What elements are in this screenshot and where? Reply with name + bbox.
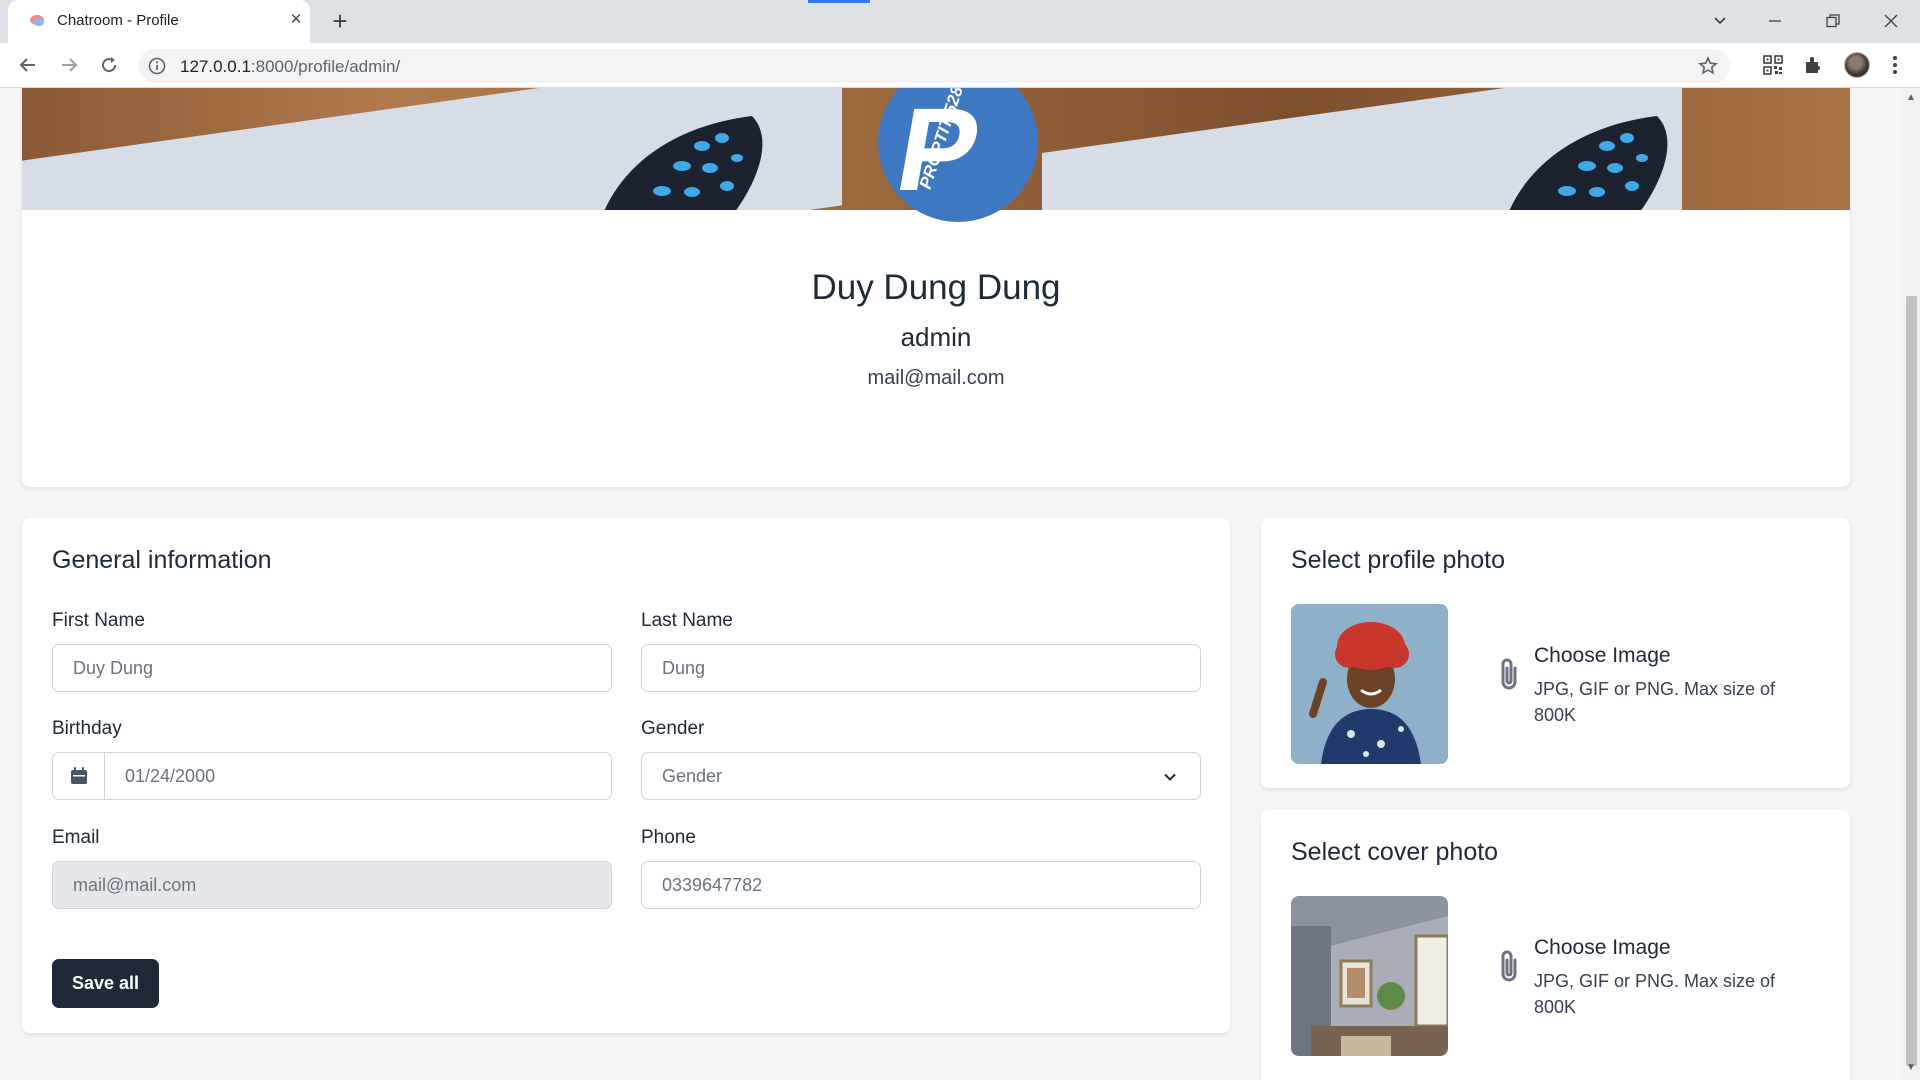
paperclip-icon [1501,658,1517,690]
birthday-label: Birthday [52,718,122,739]
profile-email: mail@mail.com [867,367,1005,389]
phone-label: Phone [641,827,696,848]
first-name-input[interactable]: Duy Dung [52,644,612,692]
loading-indicator [808,0,870,3]
favicon-icon [30,15,44,26]
profile-photo-title: Select profile photo [1291,546,1506,574]
butterfly-wing-left [604,116,763,210]
star-icon[interactable] [1698,56,1718,76]
tab-title: Chatroom - Profile [57,12,179,29]
restore-icon[interactable] [1818,6,1848,36]
gender-selected-value: Gender [662,765,723,786]
phone-value: 0339647782 [662,874,763,895]
profile-full-name: Duy Dung Dung [811,268,1061,307]
first-name-label: First Name [52,610,145,631]
url-path: :8000/profile/admin/ [250,57,401,76]
cover-choose-title: Choose Image [1534,936,1671,959]
cover-photo-title: Select cover photo [1291,838,1499,866]
birthday-value: 01/24/2000 [125,765,216,786]
close-icon[interactable]: × [286,10,306,30]
first-name-value: Duy Dung [73,657,154,678]
reload-icon[interactable] [95,51,123,79]
profile-photo-card: Select profile photo Choose Image JPG, G… [1261,518,1850,788]
minimize-icon[interactable] [1760,6,1790,36]
last-name-label: Last Name [641,610,733,631]
email-value: mail@mail.com [73,874,197,895]
profile-photo-thumbnail [1291,604,1448,764]
profile-card: P PROPTIT 528 Duy Dung Dung admin mail@m… [22,88,1850,487]
profile-choose-title: Choose Image [1534,644,1671,667]
save-all-button[interactable]: Save all [52,959,159,1008]
general-info-title: General information [52,546,272,574]
phone-input[interactable]: 0339647782 [641,861,1201,909]
gender-label: Gender [641,718,705,739]
cover-choose-image[interactable]: Choose Image JPG, GIF or PNG. Max size o… [1489,936,1819,1036]
browser-toolbar: 127.0.0.1:8000/profile/admin/ [0,43,1920,88]
profile-choose-image[interactable]: Choose Image JPG, GIF or PNG. Max size o… [1489,644,1819,744]
cover-choose-hint: JPG, GIF or PNG. Max size of 800K [1534,971,1776,1017]
qr-code-icon[interactable] [1761,53,1785,77]
profile-info: Duy Dung Dung admin mail@mail.com [22,268,1850,390]
scroll-up-arrow[interactable]: ▲ [1903,92,1919,106]
browser-tab[interactable]: Chatroom - Profile × [8,0,310,43]
profile-username: admin [900,322,972,352]
chevron-down-icon [1164,773,1176,781]
menu-icon[interactable] [1883,53,1907,77]
browser-tab-strip: Chatroom - Profile × + [0,0,1920,43]
cover-photo-thumbnail [1291,896,1448,1056]
back-icon[interactable] [14,51,42,79]
forward-icon[interactable] [55,51,83,79]
butterfly-wing-right [1509,116,1668,210]
cover-photo-card: Select cover photo Choose Image JPG, GIF… [1261,810,1850,1080]
info-icon[interactable] [148,57,166,75]
extensions-icon[interactable] [1801,53,1825,77]
tab-search-icon[interactable] [1705,6,1735,36]
birthday-input[interactable]: 01/24/2000 [52,752,612,800]
url-host: 127.0.0.1 [180,57,251,76]
url-text: 127.0.0.1:8000/profile/admin/ [180,57,400,77]
page-content: P PROPTIT 528 Duy Dung Dung admin mail@m… [0,88,1902,1080]
scrollbar-thumb[interactable] [1906,296,1917,1066]
general-info-card: General information First Name Duy Dung … [22,518,1230,1033]
address-bar[interactable]: 127.0.0.1:8000/profile/admin/ [138,49,1730,83]
scroll-down-arrow[interactable]: ▼ [1903,1062,1919,1076]
profile-choose-hint: JPG, GIF or PNG. Max size of 800K [1534,679,1776,725]
gender-select[interactable]: Gender [641,752,1201,800]
paperclip-icon [1501,950,1517,982]
plus-icon[interactable]: + [326,8,354,36]
calendar-addon[interactable] [53,753,105,799]
last-name-input[interactable]: Dung [641,644,1201,692]
calendar-icon [70,767,87,784]
last-name-value: Dung [662,657,706,678]
email-label: Email [52,827,100,848]
window-close-icon[interactable] [1876,6,1906,36]
profile-avatar[interactable] [1844,52,1870,78]
email-field: mail@mail.com [52,861,612,909]
